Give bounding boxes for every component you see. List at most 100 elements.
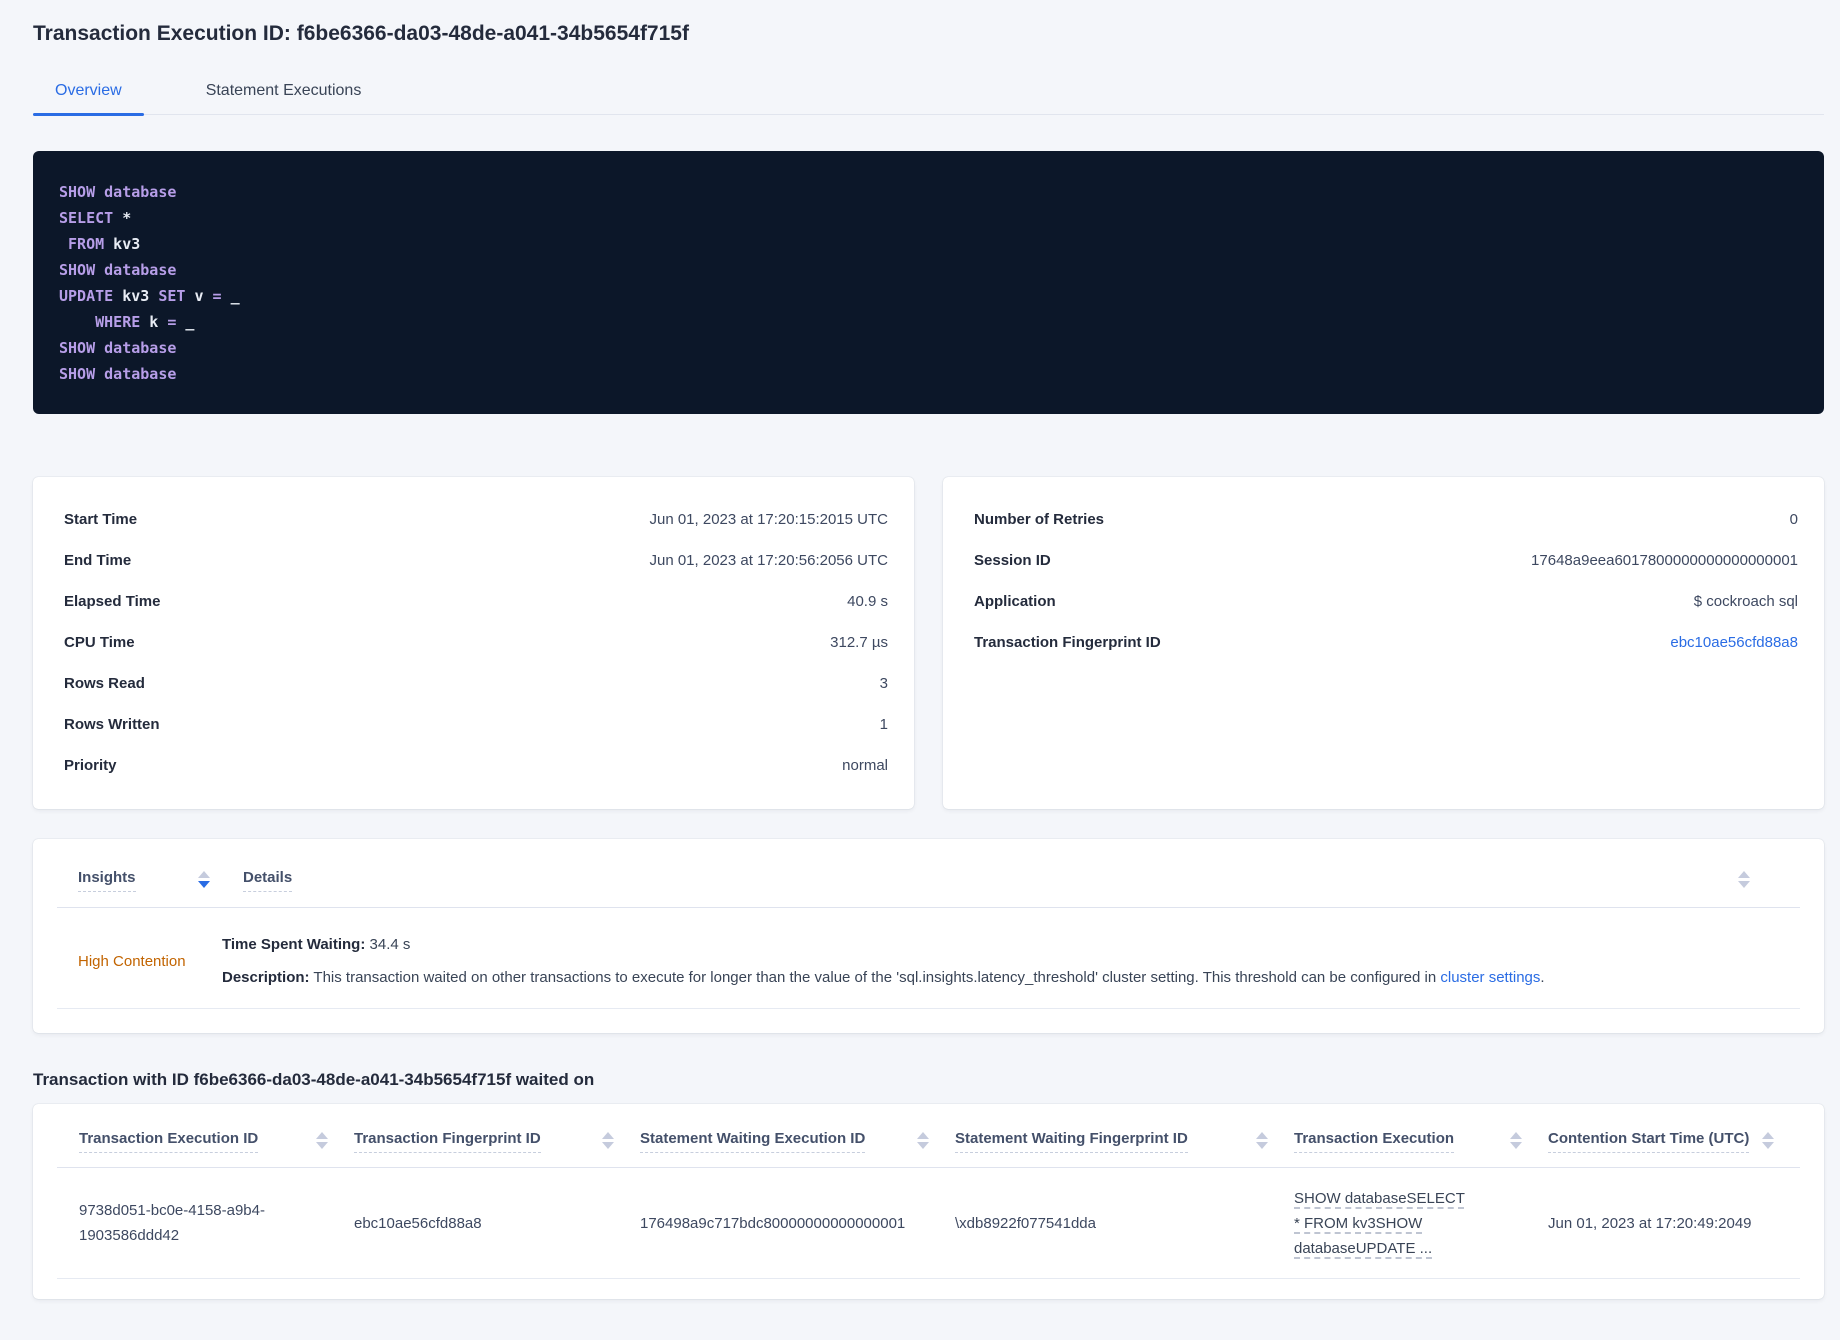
tab-overview[interactable]: Overview (33, 82, 144, 116)
sql-keyword: UPDATE (59, 287, 114, 305)
tabs: Overview Statement Executions (33, 82, 1824, 116)
tab-statement-executions[interactable]: Statement Executions (184, 82, 384, 114)
summary-value: 312.7 µs (830, 634, 888, 651)
execution-details-card: Start Time Jun 01, 2023 at 17:20:15:2015 … (33, 477, 914, 809)
sql-text: * (113, 209, 132, 227)
sql-line: UPDATE kv3 SET v = _ (59, 283, 1804, 309)
sort-up-arrow-icon (1738, 871, 1750, 878)
sort-icon[interactable] (1762, 1132, 1774, 1149)
sql-keyword: SHOW database (59, 365, 177, 383)
sort-down-arrow-icon (917, 1142, 929, 1149)
summary-label: Start Time (64, 511, 138, 528)
sort-up-arrow-icon (316, 1132, 328, 1139)
sql-text: v (185, 287, 213, 305)
sql-line: WHERE k = _ (59, 309, 1804, 335)
insight-description: Description: This transaction waited on … (222, 965, 1545, 990)
cell-contention-start-time: Jun 01, 2023 at 17:20:49:2049 (1548, 1211, 1800, 1236)
column-header-contention-start-time-utc-[interactable]: Contention Start Time (UTC) (1548, 1130, 1750, 1153)
sql-keyword: SHOW database (59, 339, 177, 357)
sql-line: FROM kv3 (59, 231, 1804, 257)
sql-text: k (140, 313, 168, 331)
cell-transaction-execution-id: 9738d051-bc0e-4158-a9b4-1903586ddd42 (57, 1198, 354, 1248)
column-header-transaction-execution-id[interactable]: Transaction Execution ID (79, 1130, 259, 1153)
description-text: This transaction waited on other transac… (309, 969, 1441, 986)
sql-text: kv3 (104, 235, 141, 253)
sort-up-arrow-icon (1256, 1132, 1268, 1139)
sort-up-arrow-icon (917, 1132, 929, 1139)
summary-label: Priority (64, 757, 117, 774)
sort-down-arrow-icon (1738, 881, 1750, 888)
summary-row: Session ID 17648a9eea60178000000000000000… (974, 540, 1798, 581)
sql-keyword: FROM (68, 235, 105, 253)
sql-text: kv3 (113, 287, 159, 305)
summary-label: End Time (64, 552, 132, 569)
transaction-fingerprint-link[interactable]: ebc10ae56cfd88a8 (1670, 634, 1798, 651)
sql-text: _ (176, 313, 195, 331)
summary-value: Jun 01, 2023 at 17:20:15:2015 UTC (649, 511, 888, 528)
page-title: Transaction Execution ID: f6be6366-da03-… (33, 22, 689, 45)
sql-line: SELECT * (59, 205, 1804, 231)
cluster-settings-link[interactable]: cluster settings (1440, 969, 1540, 986)
page: Transaction Execution ID: f6be6366-da03-… (0, 22, 1840, 1299)
cell-statement-waiting-fingerprint-id: \xdb8922f077541dda (955, 1211, 1294, 1236)
sql-keyword: SELECT (59, 209, 114, 227)
sort-icon[interactable] (198, 871, 210, 888)
summary-label: Session ID (974, 552, 1051, 569)
time-spent-waiting: Time Spent Waiting: 34.4 s (222, 932, 1545, 957)
summary-row: Application $ cockroach sql (974, 581, 1798, 622)
summary-label: Number of Retries (974, 511, 1105, 528)
summary-value: 3 (879, 675, 888, 692)
sort-up-arrow-icon (602, 1132, 614, 1139)
summary-label: Rows Read (64, 675, 145, 692)
sort-icon[interactable] (602, 1132, 614, 1149)
sort-icon[interactable] (316, 1132, 328, 1149)
sql-line: SHOW database (59, 257, 1804, 283)
summary-row: Priority normal (64, 745, 888, 786)
table-row: 9738d051-bc0e-4158-a9b4-1903586ddd42 ebc… (57, 1168, 1800, 1279)
details-column-header[interactable]: Details (243, 869, 293, 892)
summary-label: Rows Written (64, 716, 160, 733)
sql-statements-box: SHOW database SELECT * FROM kv3 SHOW datab… (33, 151, 1824, 414)
summary-value: Jun 01, 2023 at 17:20:56:2056 UTC (649, 552, 888, 569)
insight-row: High Contention Time Spent Waiting: 34.4… (57, 908, 1800, 1009)
column-header-transaction-execution[interactable]: Transaction Execution (1294, 1130, 1455, 1153)
sort-icon[interactable] (917, 1132, 929, 1149)
summary-label: Transaction Fingerprint ID (974, 634, 1161, 651)
sort-icon[interactable] (1510, 1132, 1522, 1149)
summary-cards: Start Time Jun 01, 2023 at 17:20:15:2015 … (33, 477, 1824, 809)
sort-icon[interactable] (1738, 871, 1750, 888)
cell-transaction-execution: SHOW databaseSELECT * FROM kv3SHOW datab… (1294, 1186, 1548, 1261)
sql-keyword: = (212, 287, 222, 305)
summary-value: 40.9 s (847, 593, 888, 610)
column-header-statement-waiting-fingerprint-id[interactable]: Statement Waiting Fingerprint ID (955, 1130, 1188, 1153)
transaction-execution-link[interactable]: SHOW databaseSELECT * FROM kv3SHOW datab… (1294, 1186, 1466, 1261)
summary-value: $ cockroach sql (1693, 593, 1798, 610)
sort-down-arrow-icon (602, 1142, 614, 1149)
cell-statement-waiting-execution-id: 176498a9c717bdc80000000000000001 (640, 1211, 955, 1236)
summary-row: CPU Time 312.7 µs (64, 622, 888, 663)
sql-keyword: SET (158, 287, 186, 305)
sort-up-arrow-icon (1510, 1132, 1522, 1139)
summary-left-rows: Start Time Jun 01, 2023 at 17:20:15:2015 … (64, 499, 888, 786)
sort-icon[interactable] (1256, 1132, 1268, 1149)
summary-value: normal (842, 757, 888, 774)
sort-down-arrow-icon (316, 1142, 328, 1149)
description-label: Description: (222, 969, 310, 986)
transaction-execution-id-value: 9738d051-bc0e-4158-a9b4-1903586ddd42 (79, 1202, 265, 1244)
summary-right-rows: Number of Retries 0 Session ID 17648a9eea60… (974, 499, 1798, 663)
sort-down-arrow-icon (1510, 1142, 1522, 1149)
sort-down-arrow-icon (1762, 1142, 1774, 1149)
sql-line: SHOW database (59, 361, 1804, 387)
summary-row: Rows Read 3 (64, 663, 888, 704)
waited-on-heading: Transaction with ID f6be6366-da03-48de-a… (33, 1070, 595, 1089)
column-header-cell: Transaction Execution (1294, 1130, 1548, 1153)
column-header-transaction-fingerprint-id[interactable]: Transaction Fingerprint ID (354, 1130, 541, 1153)
column-header-statement-waiting-execution-id[interactable]: Statement Waiting Execution ID (640, 1130, 866, 1153)
sql-keyword: SHOW database (59, 261, 177, 279)
sql-keyword: WHERE (95, 313, 141, 331)
insights-column-header[interactable]: Insights (78, 869, 136, 892)
time-spent-waiting-label: Time Spent Waiting: (222, 936, 366, 953)
column-header-cell: Statement Waiting Fingerprint ID (955, 1130, 1294, 1153)
